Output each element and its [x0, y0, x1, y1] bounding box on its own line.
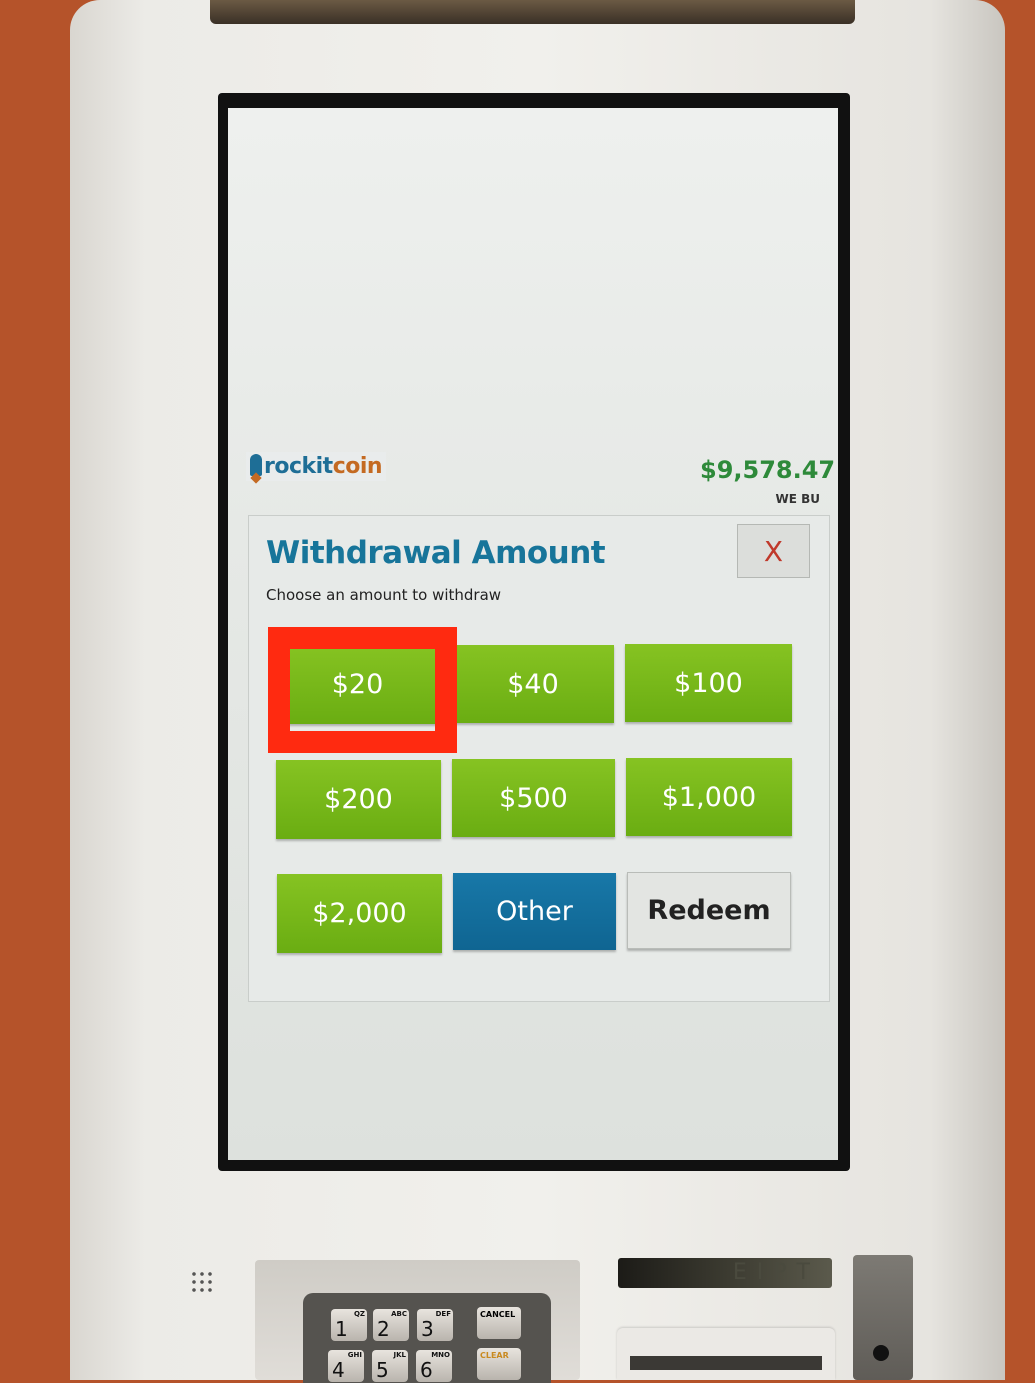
amount-40-button[interactable]: $40 — [452, 645, 614, 723]
rocket-icon — [250, 454, 262, 476]
price-label: WE BU — [775, 492, 820, 506]
rockitcoin-logo: rockitcoin — [246, 452, 387, 481]
key-6[interactable]: 6 MNO — [416, 1350, 452, 1382]
btc-price: $9,578.47 — [700, 456, 836, 484]
amount-1000-button[interactable]: $1,000 — [626, 758, 792, 836]
close-button[interactable]: X — [737, 524, 810, 578]
headphone-jack — [873, 1345, 889, 1361]
keypad-cancel-button[interactable]: CANCEL — [477, 1307, 521, 1339]
receipt-bay — [617, 1328, 835, 1380]
other-amount-button[interactable]: Other — [453, 873, 616, 950]
dialog-title: Withdrawal Amount — [266, 535, 606, 571]
receipt-label: EIPT — [618, 1258, 832, 1288]
braille-panel — [853, 1255, 913, 1380]
key-3[interactable]: 3 DEF — [417, 1309, 453, 1341]
key-4[interactable]: 4 GHI — [328, 1350, 364, 1382]
amount-2000-button[interactable]: $2,000 — [277, 874, 442, 953]
key-2[interactable]: 2 ABC — [373, 1309, 409, 1341]
redeem-button[interactable]: Redeem — [627, 872, 791, 949]
keypad-clear-button[interactable]: CLEAR — [477, 1348, 521, 1380]
dialog-subtitle: Choose an amount to withdraw — [266, 586, 502, 604]
pin-keypad: 1 QZ 2 ABC 3 DEF 4 GHI 5 JKL 6 MNO CANCEL CLEA… — [303, 1293, 551, 1383]
top-panel — [210, 0, 855, 24]
receipt-slot — [630, 1356, 822, 1370]
amount-500-button[interactable]: $500 — [452, 759, 615, 837]
key-5[interactable]: 5 JKL — [372, 1350, 408, 1382]
amount-200-button[interactable]: $200 — [276, 760, 441, 839]
key-1[interactable]: 1 QZ — [331, 1309, 367, 1341]
amount-100-button[interactable]: $100 — [625, 644, 792, 722]
amount-20-button[interactable]: $20 — [275, 645, 440, 724]
speaker-grille — [190, 1270, 216, 1296]
